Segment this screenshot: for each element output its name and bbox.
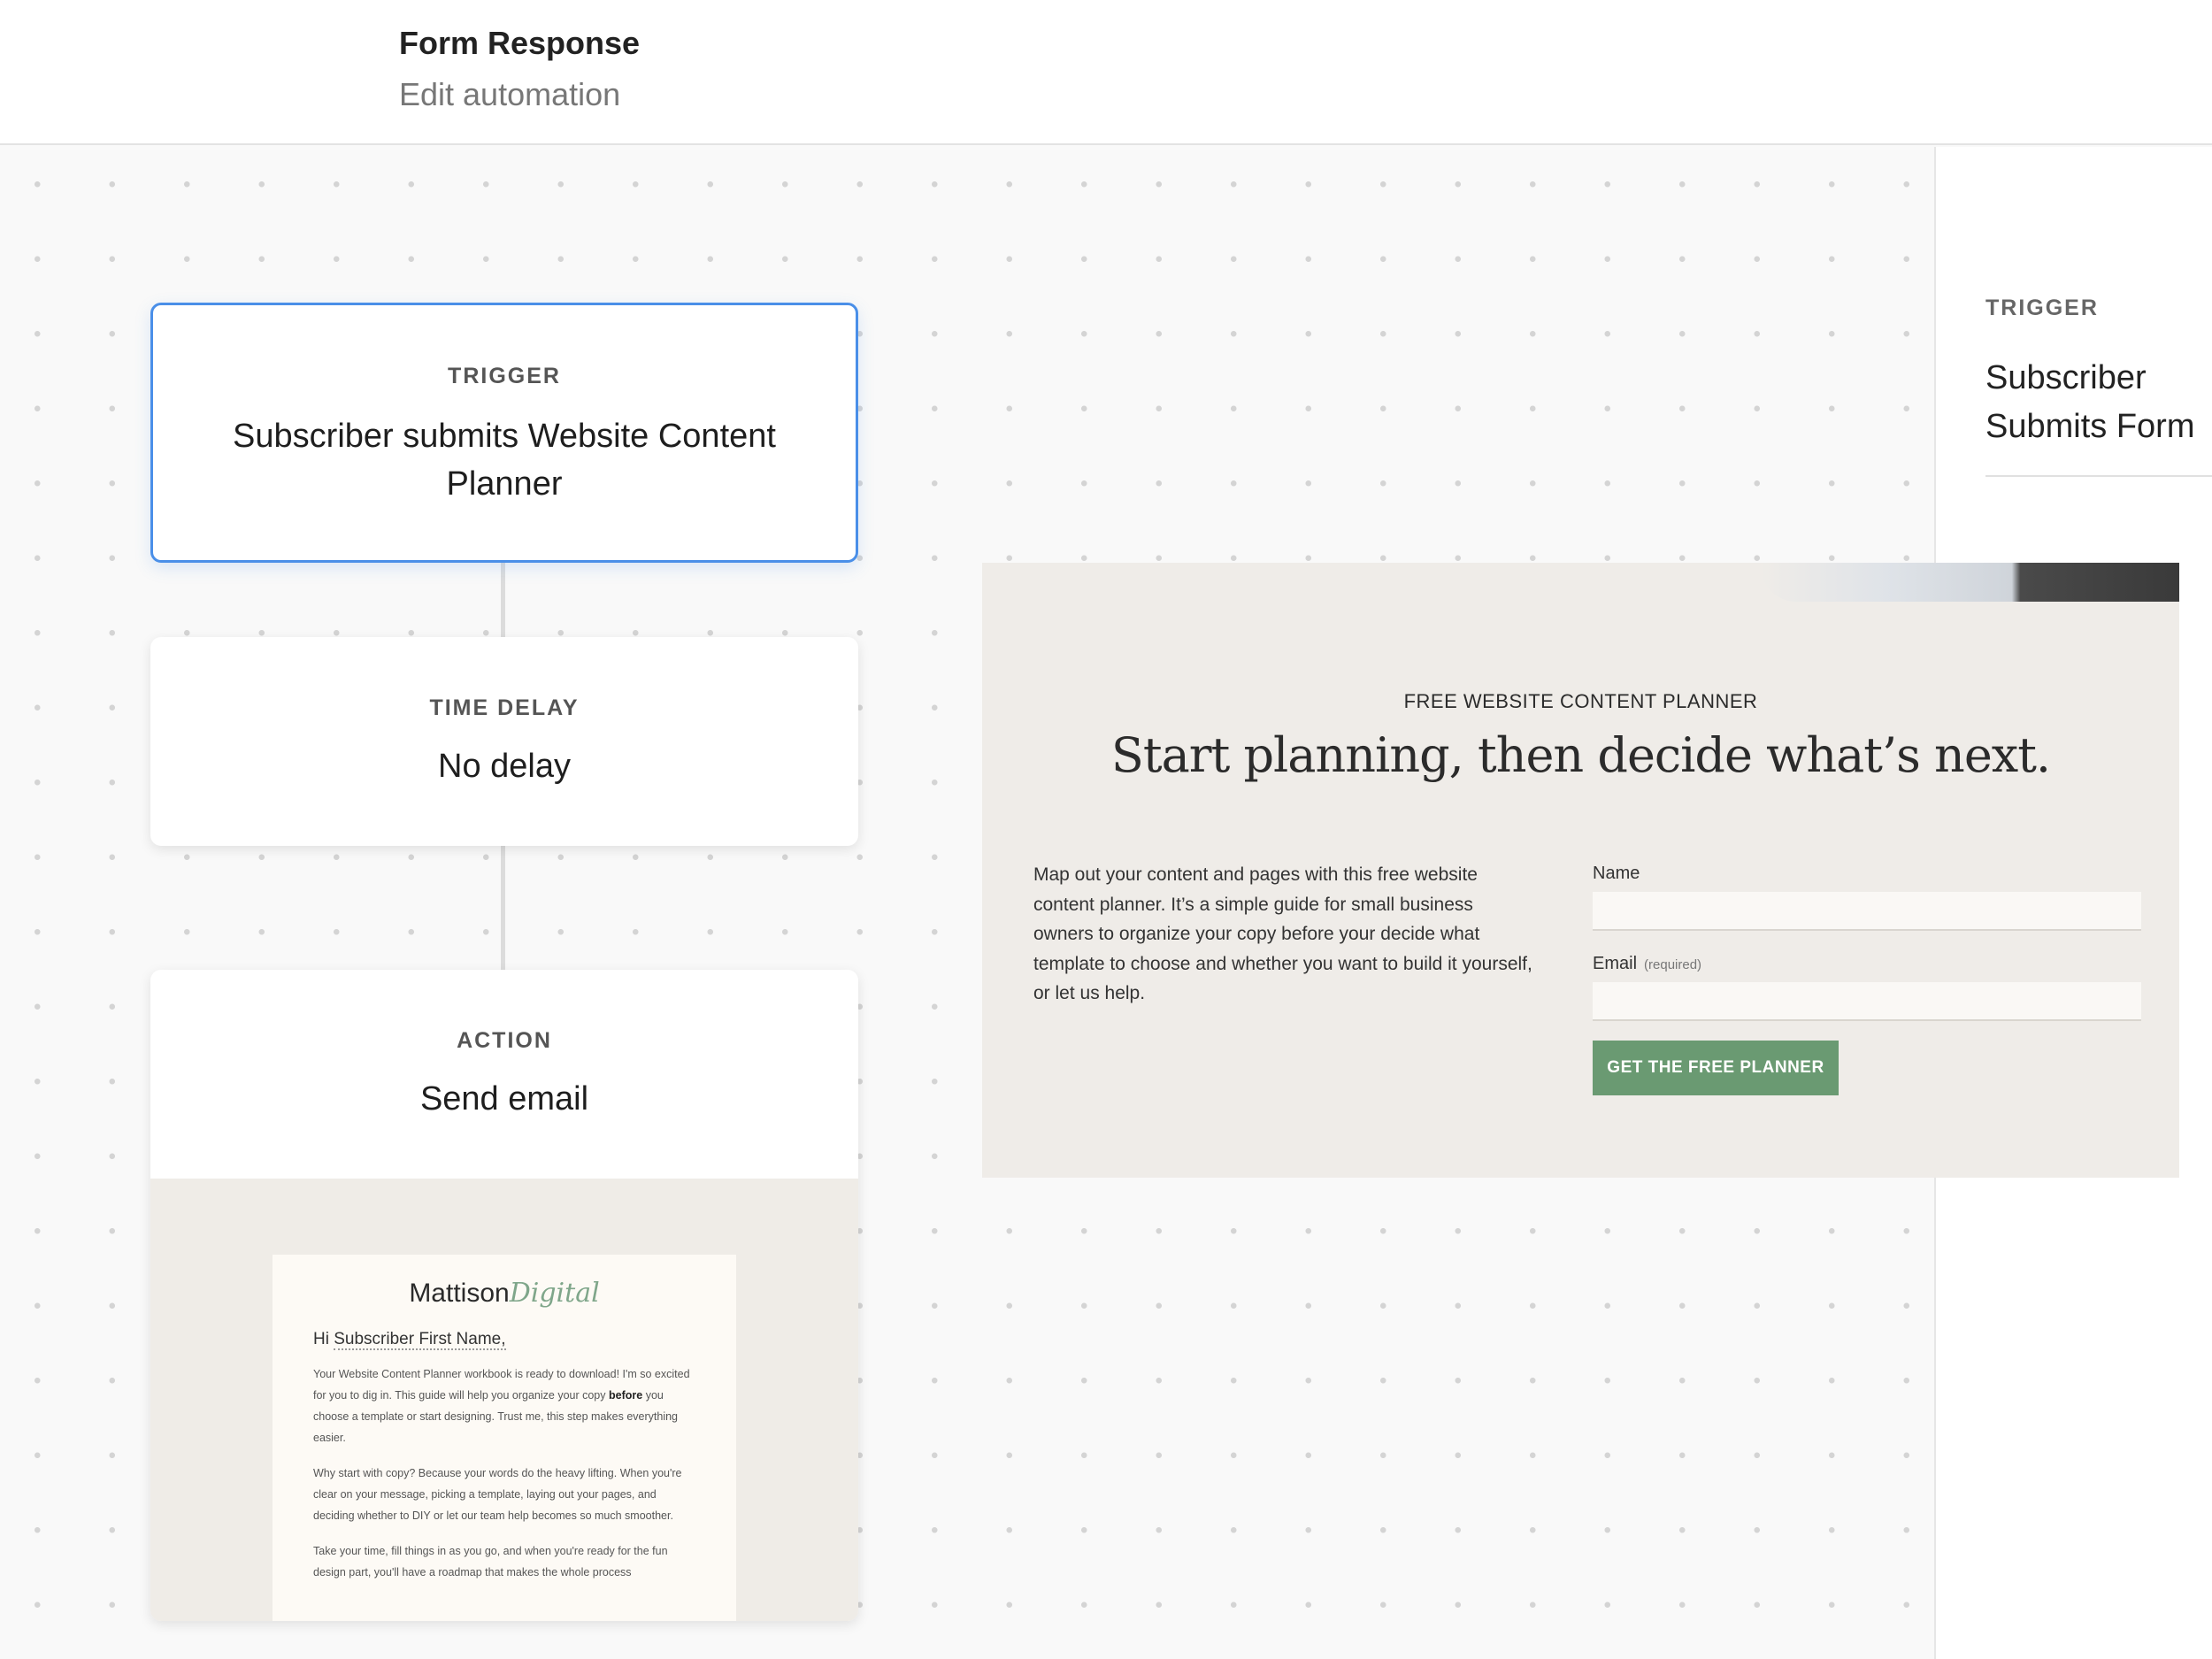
brand-logo-main: Mattison [409,1279,510,1308]
action-card-text: Send email [419,1080,589,1118]
connector-delay-action [501,846,505,970]
email-greeting-prefix: Hi [313,1330,329,1348]
email-paragraph-1: Your Website Content Planner workbook is… [313,1363,695,1448]
email-label-text: Email [1593,954,1638,973]
merge-tag-first-name: Subscriber First Name, [334,1330,506,1350]
form-preview: FREE WEBSITE CONTENT PLANNER Start plann… [982,563,2179,1178]
brand-logo-script: Digital [509,1278,600,1309]
trigger-card[interactable]: TRIGGER Subscriber submits Website Conte… [150,303,858,563]
side-panel-divider [1985,475,2212,477]
brand-logo: MattisonDigital [273,1278,736,1309]
email-required-note: (required) [1644,957,1702,972]
email-greeting: Hi Subscriber First Name, [313,1330,736,1350]
email-paragraph-1-bold: before [609,1389,643,1402]
time-delay-card-label: TIME DELAY [429,695,580,720]
form-eyebrow: FREE WEBSITE CONTENT PLANNER [1403,690,1758,712]
trigger-card-label: TRIGGER [448,364,561,388]
side-panel-label: TRIGGER [1985,296,2099,320]
time-delay-card-text: No delay [438,748,571,785]
trigger-card-text: Subscriber submits Website Content Plann… [233,418,776,503]
page-subtitle: Edit automation [399,76,621,112]
email-paragraph-3: Take your time, fill things in as you go… [313,1545,668,1578]
page-title: Form Response [399,25,641,61]
email-label: Email (required) [1593,954,1701,974]
action-card-label: ACTION [457,1028,552,1053]
form-description: Map out your content and pages with this… [1033,864,1532,1003]
form-headline: Start planning, then decide what’s next. [1110,727,2051,783]
get-free-planner-button[interactable]: GET THE FREE PLANNER [1593,1041,1839,1095]
hero-image-strip [1761,563,2179,602]
time-delay-card[interactable]: TIME DELAY No delay [150,637,858,846]
connector-trigger-delay [501,563,505,637]
email-paper: MattisonDigital Hi Subscriber First Name… [273,1255,736,1621]
action-card[interactable]: ACTION Send email MattisonDigital Hi Sub… [150,970,858,1621]
name-label: Name [1593,864,1640,883]
email-input[interactable] [1593,982,2141,1021]
top-bar: Form Response Edit automation [0,0,2212,145]
name-input[interactable] [1593,892,2141,931]
email-paragraph-2: Why start with copy? Because your words … [313,1467,682,1522]
email-preview[interactable]: MattisonDigital Hi Subscriber First Name… [150,1179,858,1621]
side-panel-trigger-text[interactable]: Subscriber Submits Form [1985,354,2207,451]
